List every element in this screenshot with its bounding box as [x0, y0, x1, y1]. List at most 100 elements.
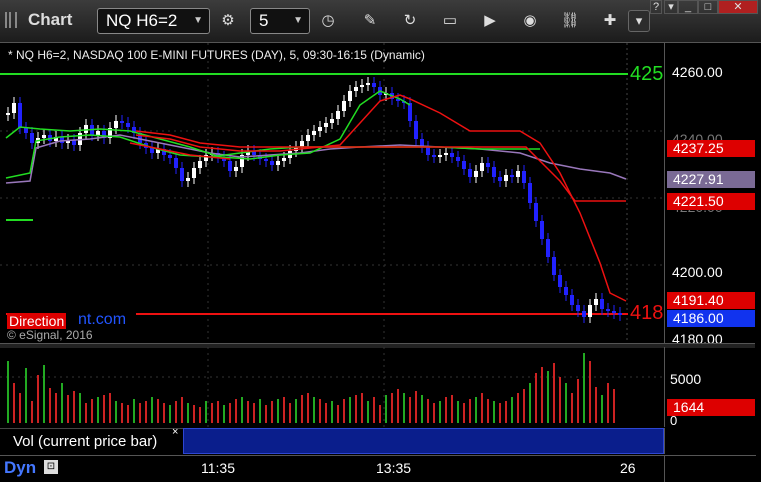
candle — [126, 123, 130, 127]
volume-last-tag: 1644 — [667, 399, 755, 416]
chevron-down-icon[interactable]: ▼ — [193, 9, 203, 33]
candle — [330, 119, 334, 123]
x-tick: 11:35 — [201, 460, 235, 476]
volume-chart-svg — [0, 347, 664, 427]
x-tick: 13:35 — [376, 460, 412, 476]
pin-icon[interactable]: ✚ — [600, 11, 620, 31]
link-icon[interactable]: ⛓ — [560, 11, 580, 31]
candle — [564, 287, 568, 295]
menu-button[interactable]: ▾ — [628, 10, 650, 32]
candle — [492, 167, 496, 177]
play-icon[interactable]: ▶ — [480, 11, 500, 31]
candle — [504, 175, 508, 181]
price-plot[interactable] — [0, 43, 664, 343]
candle — [114, 121, 118, 128]
candle — [498, 177, 502, 181]
candle — [180, 168, 184, 181]
chevron-down-icon[interactable]: ▼ — [293, 9, 303, 33]
vol-y-tick: 5000 — [670, 371, 702, 387]
candle — [456, 157, 460, 161]
chart-settings-icon[interactable]: ⚙ — [218, 11, 238, 31]
lock-icon[interactable]: ⊡ — [44, 460, 58, 474]
candle — [228, 161, 232, 171]
candle — [486, 163, 490, 167]
candle — [534, 203, 538, 221]
candle — [366, 83, 370, 85]
candle — [522, 171, 526, 183]
candle — [408, 103, 412, 121]
price-tag-red-1: 4237.25 — [667, 140, 755, 157]
pencil-icon[interactable]: ✎ — [360, 11, 380, 31]
candle — [600, 299, 604, 309]
cycle-icon[interactable]: ↻ — [400, 11, 420, 31]
bottom-line-tag: 418 — [630, 302, 664, 324]
price-tag-red-2: 4221.50 — [667, 193, 755, 210]
y-tick: 4260.00 — [672, 64, 723, 80]
copyright-text: © eSignal, 2016 — [7, 328, 93, 342]
candle — [444, 153, 448, 155]
last-price-tag: 4186.00 — [667, 310, 755, 327]
grip-icon[interactable] — [5, 12, 17, 28]
candle — [18, 103, 22, 128]
volume-legend[interactable]: Vol (current price bar) — [0, 428, 183, 454]
clock-icon[interactable]: ◷ — [318, 11, 338, 31]
candle — [372, 83, 376, 87]
candle — [612, 311, 616, 313]
close-icon[interactable]: × — [172, 426, 178, 438]
candle — [582, 311, 586, 317]
candle — [618, 313, 622, 315]
candle — [324, 123, 328, 127]
candle — [60, 137, 64, 143]
candle — [120, 121, 124, 123]
candle — [336, 111, 340, 119]
candle — [510, 175, 514, 177]
candle — [474, 171, 478, 177]
candle — [558, 275, 562, 287]
watermark-brand: Direction — [7, 313, 67, 329]
candle — [198, 161, 202, 168]
candle — [468, 169, 472, 177]
price-chart-svg — [0, 43, 664, 343]
candle — [354, 87, 358, 91]
close-icon[interactable]: ✕ — [718, 0, 758, 14]
candle — [516, 171, 520, 177]
candle — [6, 113, 10, 115]
menu-icon[interactable]: ▾ — [664, 0, 678, 14]
candle — [312, 131, 316, 135]
minimize-icon[interactable]: _ — [678, 0, 698, 14]
candle — [42, 135, 46, 138]
candle — [462, 161, 466, 169]
help-icon[interactable]: ? — [650, 0, 662, 14]
candle — [24, 128, 28, 133]
candle — [432, 155, 436, 157]
volume-input-bar[interactable] — [183, 428, 664, 454]
time-axis[interactable] — [0, 455, 664, 482]
toolbar: Chart NQ H6=2 ▼ ⚙ 5 ▼ ◷ ✎ ↻ ▭ ▶ ◉ ⛓ ✚ ▾ … — [0, 0, 761, 43]
top-line-tag: 425 — [630, 63, 664, 85]
candle — [450, 153, 454, 157]
interval-input[interactable]: 5 ▼ — [250, 8, 310, 34]
symbol-value: NQ H6=2 — [106, 11, 178, 30]
dyn-label[interactable]: Dyn — [4, 458, 36, 478]
axis-corner — [664, 455, 756, 482]
candle — [276, 161, 280, 165]
candle — [174, 158, 178, 168]
candle — [96, 131, 100, 135]
maximize-icon[interactable]: □ — [698, 0, 718, 14]
candle — [306, 135, 310, 141]
candle — [546, 239, 550, 257]
candle — [300, 141, 304, 147]
volume-plot[interactable] — [0, 347, 664, 427]
candle — [30, 133, 34, 143]
candle — [318, 127, 322, 131]
interval-value: 5 — [259, 11, 269, 30]
candle — [342, 101, 346, 111]
candle — [540, 221, 544, 239]
scroll-icon[interactable]: ◉ — [520, 11, 540, 31]
candle — [282, 158, 286, 161]
candle — [150, 148, 154, 153]
ma-line-red-1 — [135, 130, 626, 202]
symbol-input[interactable]: NQ H6=2 ▼ — [97, 8, 210, 34]
candle — [570, 295, 574, 305]
get-icon[interactable]: ▭ — [440, 11, 460, 31]
